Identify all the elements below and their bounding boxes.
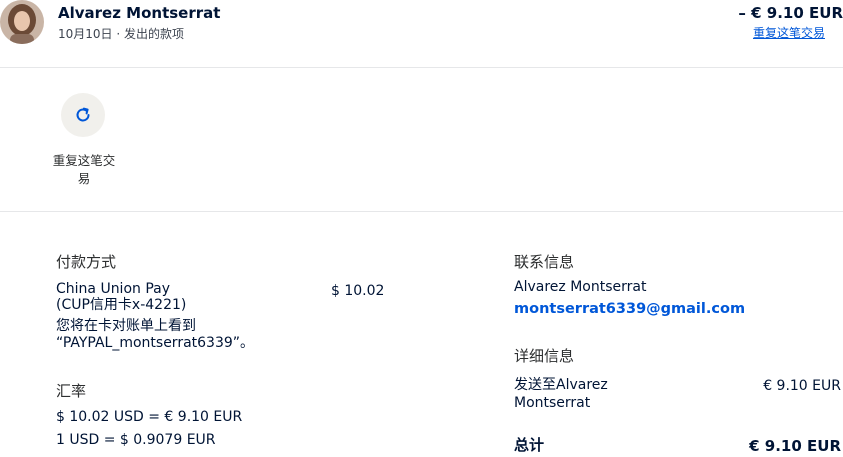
payment-amount: $ 10.02 bbox=[331, 283, 385, 299]
transaction-date-type: 10月10日 · 发出的款项 bbox=[58, 27, 184, 41]
contact-email-link[interactable]: montserrat6339@gmail.com bbox=[514, 301, 745, 317]
repeat-transaction-button[interactable] bbox=[61, 93, 105, 137]
divider bbox=[0, 211, 843, 212]
statement-note: 您将在卡对账单上看到 bbox=[56, 318, 196, 334]
repeat-transaction-label[interactable]: 重复这笔交易 bbox=[48, 152, 120, 188]
payment-method-title: 付款方式 bbox=[56, 253, 117, 271]
exchange-conversion: $ 10.02 USD = € 9.10 EUR bbox=[56, 409, 243, 425]
refresh-icon bbox=[73, 105, 93, 125]
divider bbox=[0, 67, 843, 68]
contact-info-name: Alvarez Montserrat bbox=[514, 279, 647, 295]
contact-name: Alvarez Montserrat bbox=[58, 4, 221, 22]
total-amount: € 9.10 EUR bbox=[749, 437, 841, 455]
transaction-amount: – € 9.10 EUR bbox=[738, 4, 843, 22]
exchange-rate-title: 汇率 bbox=[56, 382, 87, 400]
sent-to-label: 发送至Alvarez bbox=[514, 377, 608, 393]
sent-to-name: Montserrat bbox=[514, 395, 591, 411]
statement-descriptor: “PAYPAL_montserrat6339”。 bbox=[56, 335, 255, 351]
avatar bbox=[0, 0, 44, 44]
contact-info-title: 联系信息 bbox=[514, 253, 575, 271]
payment-method-name: China Union Pay bbox=[56, 281, 171, 297]
total-label: 总计 bbox=[514, 436, 545, 454]
repeat-transaction-link[interactable]: 重复这笔交易 bbox=[753, 24, 825, 41]
sent-amount: € 9.10 EUR bbox=[763, 378, 841, 394]
exchange-rate: 1 USD = $ 0.9079 EUR bbox=[56, 432, 216, 448]
details-title: 详细信息 bbox=[514, 347, 575, 365]
payment-card-info: (CUP信用卡x-4221) bbox=[56, 297, 187, 313]
